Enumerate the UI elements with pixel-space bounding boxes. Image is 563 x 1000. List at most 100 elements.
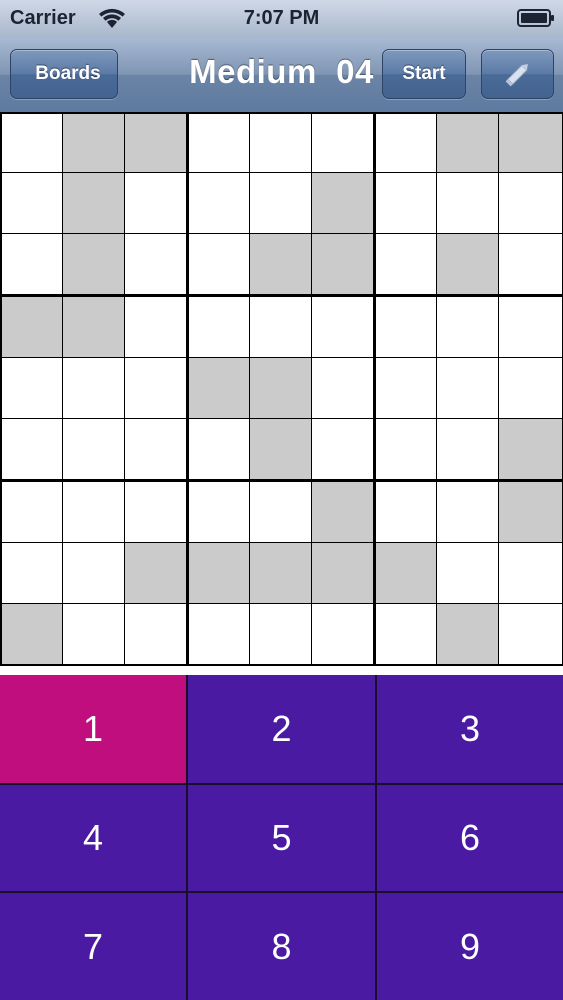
- board-cell[interactable]: [125, 482, 186, 542]
- number-keypad: 123 456 789: [0, 675, 563, 1000]
- number-key-5[interactable]: 5: [188, 785, 375, 891]
- board-cell[interactable]: [63, 173, 124, 233]
- board-cell[interactable]: [125, 234, 186, 294]
- board-cell[interactable]: [312, 114, 373, 172]
- board-cell[interactable]: [499, 114, 562, 172]
- board-cell[interactable]: [2, 604, 62, 664]
- board-cell[interactable]: [125, 297, 186, 357]
- board-cell[interactable]: [250, 482, 311, 542]
- board-cell[interactable]: [189, 482, 249, 542]
- board-cell[interactable]: [376, 482, 436, 542]
- number-key-6[interactable]: 6: [377, 785, 563, 891]
- board-cell[interactable]: [499, 543, 562, 603]
- board-cell[interactable]: [189, 543, 249, 603]
- board-cell[interactable]: [499, 604, 562, 664]
- board-cell[interactable]: [2, 482, 62, 542]
- board-cell[interactable]: [189, 419, 249, 479]
- number-key-9[interactable]: 9: [377, 893, 563, 1000]
- board-cell[interactable]: [376, 358, 436, 418]
- board-cell[interactable]: [2, 297, 62, 357]
- number-key-8[interactable]: 8: [188, 893, 375, 1000]
- status-bar: Carrier 7:07 PM: [0, 0, 563, 37]
- board-cell[interactable]: [499, 234, 562, 294]
- number-key-7[interactable]: 7: [0, 893, 186, 1000]
- board-cell[interactable]: [125, 419, 186, 479]
- board-cell[interactable]: [63, 543, 124, 603]
- board-cell[interactable]: [312, 419, 373, 479]
- board-cell[interactable]: [499, 297, 562, 357]
- board-cell[interactable]: [312, 358, 373, 418]
- navigation-bar: Boards Medium 04 Start: [0, 37, 563, 113]
- number-key-2[interactable]: 2: [188, 675, 375, 783]
- board-cell[interactable]: [189, 358, 249, 418]
- board-cell[interactable]: [437, 297, 498, 357]
- board-title: Medium 04: [189, 53, 374, 90]
- board-cell[interactable]: [2, 114, 62, 172]
- board-cell[interactable]: [437, 234, 498, 294]
- board-cell[interactable]: [376, 604, 436, 664]
- board-cell[interactable]: [499, 173, 562, 233]
- board-cell[interactable]: [2, 173, 62, 233]
- board-cell[interactable]: [437, 419, 498, 479]
- board-cell[interactable]: [2, 419, 62, 479]
- board-cell[interactable]: [312, 543, 373, 603]
- board-cell[interactable]: [63, 114, 124, 172]
- start-button[interactable]: Start: [382, 49, 466, 99]
- board-cell[interactable]: [437, 604, 498, 664]
- number-key-4[interactable]: 4: [0, 785, 186, 891]
- sudoku-board: [0, 112, 563, 666]
- board-cell[interactable]: [250, 604, 311, 664]
- board-cell[interactable]: [312, 604, 373, 664]
- board-cell[interactable]: [376, 114, 436, 172]
- board-cell[interactable]: [376, 419, 436, 479]
- board-cell[interactable]: [63, 297, 124, 357]
- board-cell[interactable]: [312, 482, 373, 542]
- board-cell[interactable]: [376, 173, 436, 233]
- board-cell[interactable]: [189, 114, 249, 172]
- board-cell[interactable]: [189, 297, 249, 357]
- board-cell[interactable]: [499, 419, 562, 479]
- board-cell[interactable]: [125, 358, 186, 418]
- board-cell[interactable]: [250, 358, 311, 418]
- board-cell[interactable]: [125, 543, 186, 603]
- clock: 7:07 PM: [243, 7, 320, 29]
- board-cell[interactable]: [499, 482, 562, 542]
- board-cell[interactable]: [250, 234, 311, 294]
- board-cell[interactable]: [312, 234, 373, 294]
- board-cell[interactable]: [250, 297, 311, 357]
- board-cell[interactable]: [2, 234, 62, 294]
- board-cell[interactable]: [2, 358, 62, 418]
- board-cell[interactable]: [437, 543, 498, 603]
- board-cell[interactable]: [437, 173, 498, 233]
- board-cell[interactable]: [125, 604, 186, 664]
- number-key-1[interactable]: 1: [0, 675, 186, 783]
- board-cell[interactable]: [250, 419, 311, 479]
- pencil-icon: [505, 64, 528, 87]
- board-cell[interactable]: [312, 173, 373, 233]
- board-cell[interactable]: [376, 297, 436, 357]
- number-key-3[interactable]: 3: [377, 675, 563, 783]
- board-cell[interactable]: [376, 234, 436, 294]
- board-cell[interactable]: [250, 173, 311, 233]
- board-cell[interactable]: [312, 297, 373, 357]
- board-cell[interactable]: [437, 358, 498, 418]
- board-cell[interactable]: [2, 543, 62, 603]
- board-cell[interactable]: [437, 482, 498, 542]
- board-cell[interactable]: [189, 234, 249, 294]
- board-cell[interactable]: [250, 114, 311, 172]
- board-cell[interactable]: [250, 543, 311, 603]
- board-cell[interactable]: [63, 419, 124, 479]
- board-cell[interactable]: [189, 604, 249, 664]
- board-cell[interactable]: [189, 173, 249, 233]
- board-cell[interactable]: [63, 234, 124, 294]
- board-cell[interactable]: [376, 543, 436, 603]
- board-cell[interactable]: [63, 604, 124, 664]
- board-cell[interactable]: [125, 173, 186, 233]
- board-cell[interactable]: [437, 114, 498, 172]
- board-cell[interactable]: [63, 482, 124, 542]
- board-cell[interactable]: [125, 114, 186, 172]
- board-cell[interactable]: [499, 358, 562, 418]
- board-cell[interactable]: [63, 358, 124, 418]
- battery-icon: [517, 9, 554, 27]
- edit-button[interactable]: [481, 49, 554, 99]
